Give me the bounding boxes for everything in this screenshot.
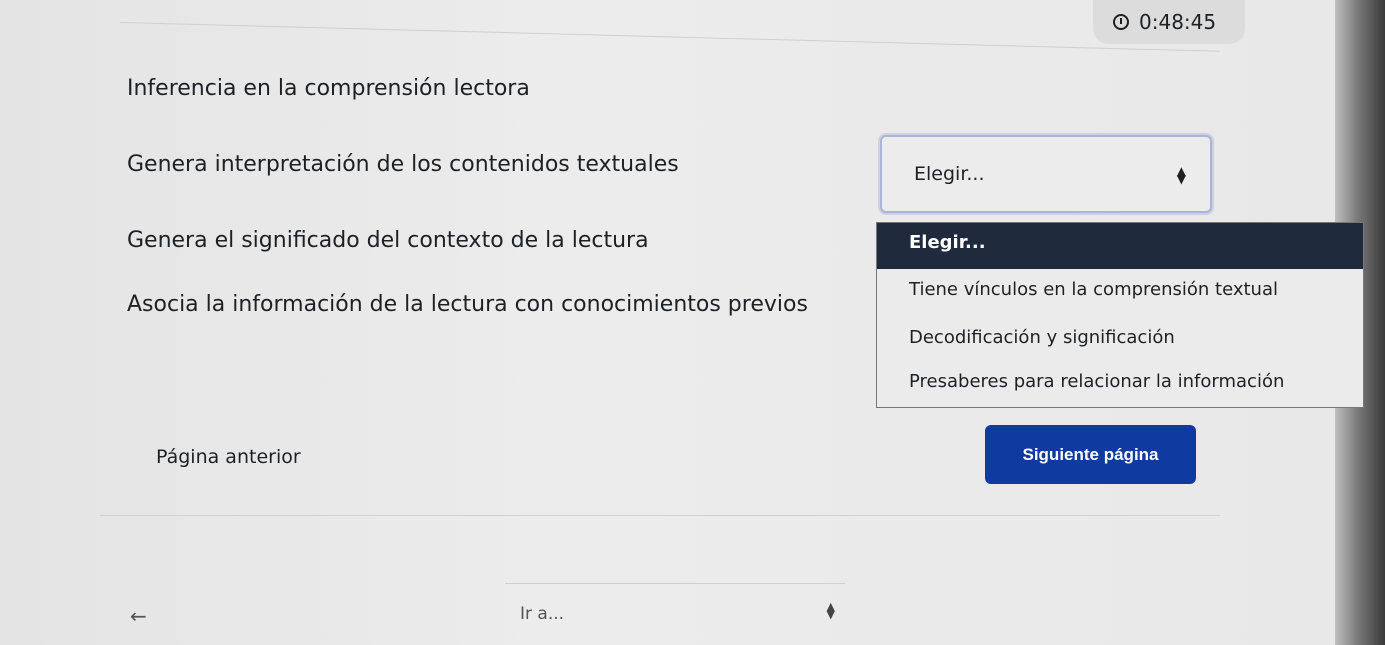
match-row-1-label: Genera interpretación de los contenidos …: [127, 152, 679, 177]
dropdown-option-elegir[interactable]: Elegir...: [877, 223, 1363, 269]
top-divider: [119, 22, 1220, 52]
question-title: Inferencia en la comprensión lectora: [127, 76, 530, 101]
dropdown-option-decodificacion[interactable]: Decodificación y significación: [877, 327, 1363, 348]
match-row-3-label: Asocia la información de la lectura con …: [127, 292, 808, 317]
match-row-2-label: Genera el significado del contexto de la…: [127, 228, 649, 253]
previous-page-button[interactable]: Página anterior: [156, 446, 301, 468]
timer-value: 0:48:45: [1139, 10, 1217, 34]
match-row-1-select[interactable]: Elegir... ▲ ▼: [880, 135, 1212, 213]
quiz-screen: 0:48:45 Inferencia en la comprensión lec…: [0, 0, 1385, 645]
clock-icon: [1113, 14, 1129, 30]
dropdown-option-vinculos[interactable]: Tiene vínculos en la comprensión textual: [877, 279, 1363, 300]
select-arrows-icon: ▲ ▼: [1176, 164, 1186, 186]
jump-select-arrows-icon: ▲ ▼: [826, 600, 835, 621]
jump-to-select[interactable]: Ir a... ▲ ▼: [505, 583, 845, 643]
jump-to-placeholder: Ir a...: [520, 603, 565, 624]
quiz-timer: 0:48:45: [1093, 0, 1245, 44]
bottom-divider: [100, 515, 1220, 516]
back-arrow-icon[interactable]: ←: [130, 604, 147, 628]
next-page-button[interactable]: Siguiente página: [985, 425, 1196, 484]
dropdown-option-presaberes[interactable]: Presaberes para relacionar la informació…: [877, 371, 1363, 392]
select-dropdown-list: Elegir... Tiene vínculos en la comprensi…: [876, 222, 1364, 408]
select-value: Elegir...: [914, 163, 985, 185]
